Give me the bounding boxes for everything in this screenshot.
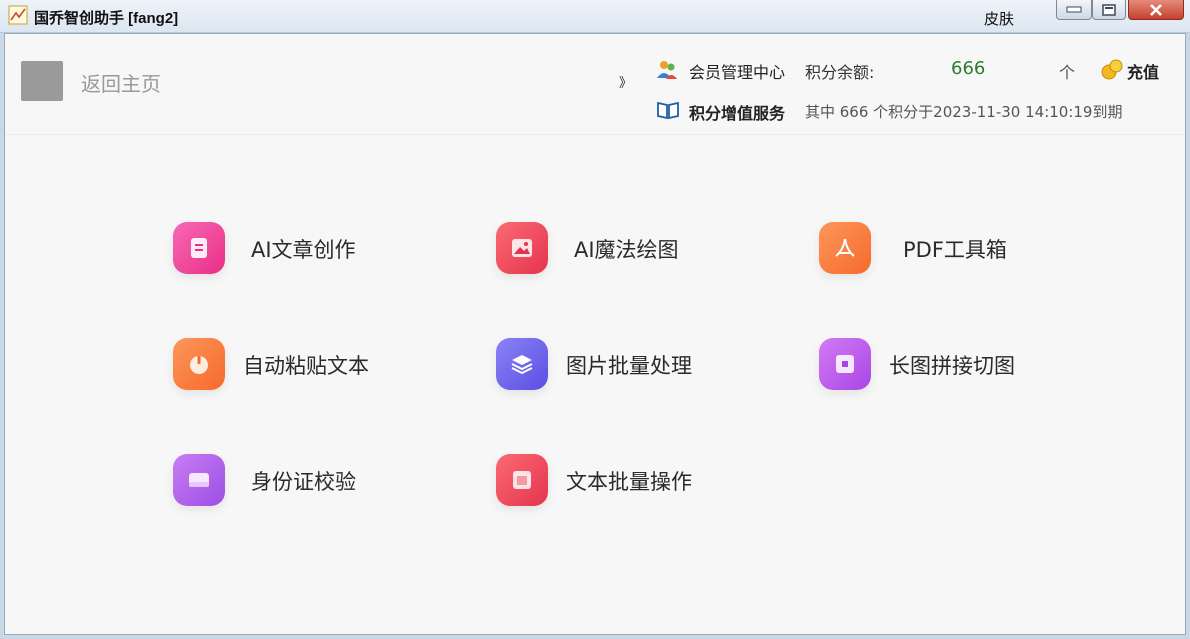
image-icon bbox=[496, 222, 548, 274]
tool-long-image-stitch[interactable]: 长图拼接切图 bbox=[819, 336, 1099, 392]
tool-auto-paste[interactable]: 自动粘贴文本 bbox=[173, 336, 453, 392]
back-home-link[interactable]: 返回主页 bbox=[81, 68, 161, 97]
balance-unit: 个 bbox=[1059, 63, 1076, 82]
layers-icon bbox=[496, 338, 548, 390]
member-center-link[interactable]: 会员管理中心 bbox=[689, 59, 785, 83]
maximize-button[interactable] bbox=[1092, 0, 1126, 20]
minimize-button[interactable] bbox=[1056, 0, 1092, 20]
recharge-button[interactable]: 充值 bbox=[1127, 59, 1159, 83]
tool-pdf-toolbox[interactable]: PDF工具箱 bbox=[819, 220, 1099, 276]
points-expiry-text: 其中 666 个积分于2023-11-30 14:10:19到期 bbox=[805, 103, 1123, 121]
coins-icon[interactable] bbox=[1101, 58, 1125, 80]
tool-image-batch[interactable]: 图片批量处理 bbox=[496, 336, 776, 392]
pdf-icon bbox=[819, 222, 871, 274]
id-card-icon bbox=[173, 454, 225, 506]
balance-label: 积分余额: bbox=[805, 63, 875, 82]
document-icon bbox=[173, 222, 225, 274]
tool-label: 身份证校验 bbox=[251, 470, 356, 494]
tool-ai-painting[interactable]: AI魔法绘图 bbox=[496, 220, 776, 276]
balance-value: 666 bbox=[951, 58, 986, 79]
member-center-icon bbox=[657, 61, 677, 79]
tool-label: PDF工具箱 bbox=[903, 238, 1007, 262]
tool-label: 文本批量操作 bbox=[566, 470, 692, 494]
text-batch-icon bbox=[496, 454, 548, 506]
tool-label: 图片批量处理 bbox=[566, 354, 692, 378]
skin-button[interactable]: 皮肤 bbox=[984, 8, 1014, 29]
tool-label: 自动粘贴文本 bbox=[243, 354, 369, 378]
main-panel: 返回主页 》 会员管理中心 积分余额: 666 个 充值 积分增值服务 其中 6… bbox=[4, 33, 1186, 635]
window-titlebar: 国乔智创助手 [fang2] 皮肤 bbox=[0, 0, 1190, 33]
tool-label: AI文章创作 bbox=[251, 238, 356, 262]
header-bar: 返回主页 》 会员管理中心 积分余额: 666 个 充值 积分增值服务 其中 6… bbox=[5, 34, 1185, 135]
power-icon bbox=[173, 338, 225, 390]
tool-label: 长图拼接切图 bbox=[889, 354, 1015, 378]
square-icon bbox=[819, 338, 871, 390]
close-icon bbox=[1150, 3, 1162, 16]
close-button[interactable] bbox=[1128, 0, 1184, 20]
tool-text-batch[interactable]: 文本批量操作 bbox=[496, 452, 776, 508]
tool-label: AI魔法绘图 bbox=[574, 238, 679, 262]
value-added-service-link[interactable]: 积分增值服务 bbox=[689, 100, 785, 124]
book-icon bbox=[657, 101, 679, 120]
maximize-icon bbox=[1102, 3, 1116, 16]
tool-ai-article[interactable]: AI文章创作 bbox=[173, 220, 453, 276]
back-home-icon[interactable] bbox=[21, 61, 63, 101]
app-icon bbox=[8, 5, 28, 25]
minimize-icon bbox=[1066, 6, 1082, 12]
window-title: 国乔智创助手 [fang2] bbox=[34, 10, 179, 27]
tool-id-check[interactable]: 身份证校验 bbox=[173, 452, 453, 508]
quote-mark: 》 bbox=[619, 76, 633, 91]
